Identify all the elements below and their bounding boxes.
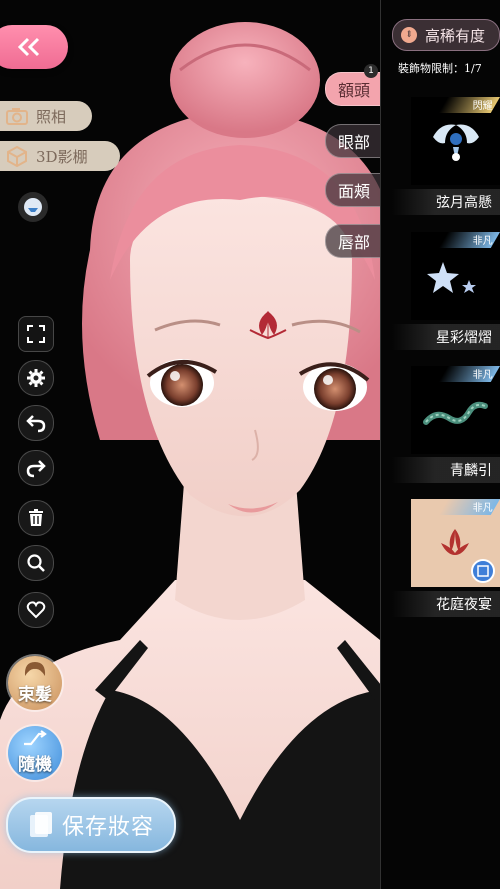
favorite-button[interactable] [18, 592, 54, 628]
random-button[interactable]: 隨機 [8, 726, 62, 780]
rarity-tag: 非凡 [438, 232, 500, 248]
dressup-screen: 照相 3D影棚 束髮 隨機 保存妝容 額頭 1 眼部 面頰 唇部 ⇕ 高稀有度 … [0, 0, 500, 889]
rarity-tag: 非凡 [438, 499, 500, 515]
camera-icon [6, 105, 28, 127]
gear-icon [27, 369, 45, 387]
undo-icon [26, 415, 46, 433]
item-label-3: 青麟引 [392, 457, 500, 483]
zoom-icon [27, 554, 45, 572]
sort-icon: ⇕ [401, 27, 417, 43]
tab-lips[interactable]: 唇部 [325, 224, 382, 258]
item-label-4: 花庭夜宴 [392, 591, 500, 617]
sparkle-icon [24, 198, 42, 216]
double-chevron-left-icon [17, 37, 40, 57]
fullscreen-button[interactable] [18, 316, 54, 352]
tab-cheeks[interactable]: 面頰 [325, 173, 382, 207]
photo-button[interactable]: 照相 [0, 101, 92, 131]
delete-button[interactable] [18, 500, 54, 536]
sort-label: 高稀有度 [425, 26, 486, 45]
redo-icon [26, 460, 46, 478]
undo-button[interactable] [18, 405, 54, 441]
save-look-label: 保存妝容 [61, 815, 154, 840]
rarity-tag: 非凡 [438, 366, 500, 382]
item-label-2: 星彩熠熠 [392, 324, 500, 350]
sort-dropdown[interactable]: ⇕ 高稀有度 [392, 19, 500, 51]
item-card-2[interactable]: 非凡 [411, 232, 500, 320]
hair-icon [24, 662, 46, 676]
filter-button[interactable] [18, 192, 48, 222]
save-look-button[interactable]: 保存妝容 [6, 797, 176, 853]
photo-label: 照相 [36, 107, 67, 126]
accessory-limit: 裝飾物限制：1/7 [398, 62, 482, 75]
trash-icon [29, 509, 43, 526]
studio-label: 3D影棚 [36, 147, 88, 166]
tab-forehead-label: 額頭 [337, 81, 370, 100]
tab-eyes-label: 眼部 [337, 133, 370, 152]
item-card-3[interactable]: 非凡 [411, 366, 500, 454]
settings-button[interactable] [18, 360, 54, 396]
hair-label: 束髮 [18, 685, 52, 705]
save-icon [29, 812, 52, 837]
shuffle-icon [24, 730, 47, 746]
random-label: 隨機 [18, 755, 52, 775]
tab-lips-label: 唇部 [337, 233, 370, 252]
item-card-1[interactable]: 閃耀 [411, 97, 500, 185]
studio-button[interactable]: 3D影棚 [0, 141, 120, 171]
back-button[interactable] [0, 25, 68, 69]
rarity-tag: 閃耀 [438, 97, 500, 113]
tab-forehead-badge: 1 [364, 64, 378, 78]
tab-cheeks-label: 面頰 [337, 182, 370, 201]
item-card-4[interactable]: 非凡 [411, 499, 500, 587]
item-label-1: 弦月高懸 [392, 189, 500, 215]
zoom-button[interactable] [18, 545, 54, 581]
cube-icon [6, 145, 28, 167]
fullscreen-icon [27, 325, 45, 343]
tab-eyes[interactable]: 眼部 [325, 124, 382, 158]
hair-button[interactable]: 束髮 [8, 656, 62, 710]
redo-button[interactable] [18, 450, 54, 486]
heart-icon [26, 601, 46, 619]
